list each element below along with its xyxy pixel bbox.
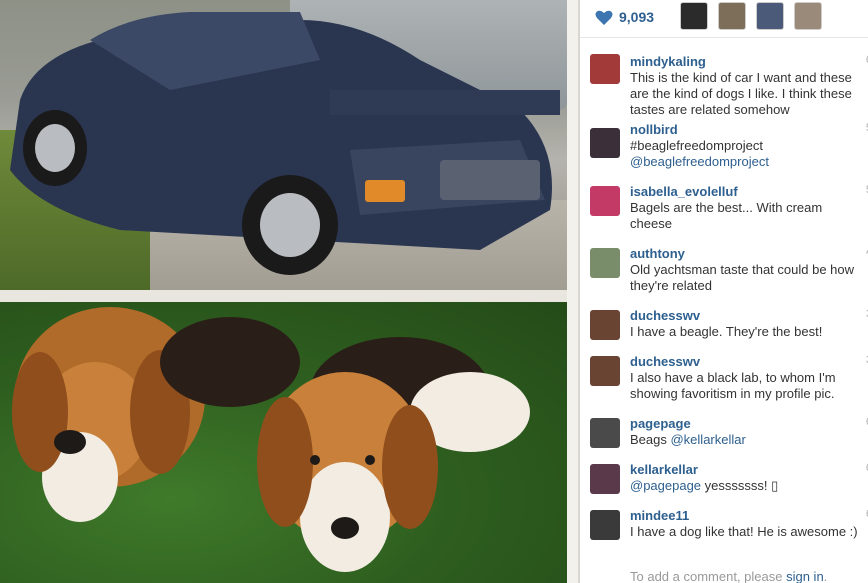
avatar[interactable] [590,418,620,448]
comments-panel[interactable]: mindykaling 6 This is the kind of car I … [580,40,868,583]
comment-text: I have a beagle. They're the best! [630,324,823,339]
username-link[interactable]: mindykaling [630,54,706,69]
likes-bar: 9,093 [580,0,868,38]
username-link[interactable]: authtony [630,246,685,261]
beagles-image [12,307,530,572]
avatar[interactable] [590,510,620,540]
avatar[interactable] [590,310,620,340]
avatar[interactable] [590,356,620,386]
liker-avatar[interactable] [680,2,708,30]
avatar[interactable] [590,464,620,494]
mention-link[interactable]: @beaglefreedomproject [630,154,868,170]
comment-text: Beags @kellarkellar [630,432,746,447]
like-count[interactable]: 9,093 [619,9,654,25]
username-link[interactable]: isabella_evolelluf [630,184,738,199]
liker-avatar[interactable] [756,2,784,30]
photo-border [567,0,578,583]
comment-text: I have a dog like that! He is awesome :) [630,524,858,539]
comment-text: #beaglefreedomproject @beaglefreedomproj… [630,138,868,170]
avatar[interactable] [590,54,620,84]
add-comment-prompt: To add a comment, please sign in. [630,569,828,583]
liker-avatar[interactable] [718,2,746,30]
avatar[interactable] [590,186,620,216]
username-link[interactable]: duchesswv [630,308,700,323]
car-photo [0,0,567,290]
username-link[interactable]: nollbird [630,122,678,137]
comment-text: Bagels are the best... With cream cheese [630,200,823,231]
avatar[interactable] [590,248,620,278]
mention-link[interactable]: @pagepage [630,478,701,493]
beagles-photo [0,302,567,583]
mention-link[interactable]: @kellarkellar [670,432,745,447]
username-link[interactable]: mindee11 [630,508,689,523]
comment-text: Old yachtsman taste that could be how th… [630,262,855,293]
username-link[interactable]: duchesswv [630,354,700,369]
liker-avatar[interactable] [794,2,822,30]
comment-text: @pagepage yesssssss! ▯ [630,478,779,493]
sign-in-link[interactable]: sign in [786,569,824,583]
username-link[interactable]: pagepage [630,416,691,431]
avatar[interactable] [590,128,620,158]
caption-text: This is the kind of car I want and these… [630,70,852,117]
comment-text: I also have a black lab, to whom I'm sho… [630,370,836,401]
post-photo[interactable] [0,0,578,583]
car-image [10,12,560,275]
heart-icon[interactable] [595,10,613,26]
username-link[interactable]: kellarkellar [630,462,698,477]
